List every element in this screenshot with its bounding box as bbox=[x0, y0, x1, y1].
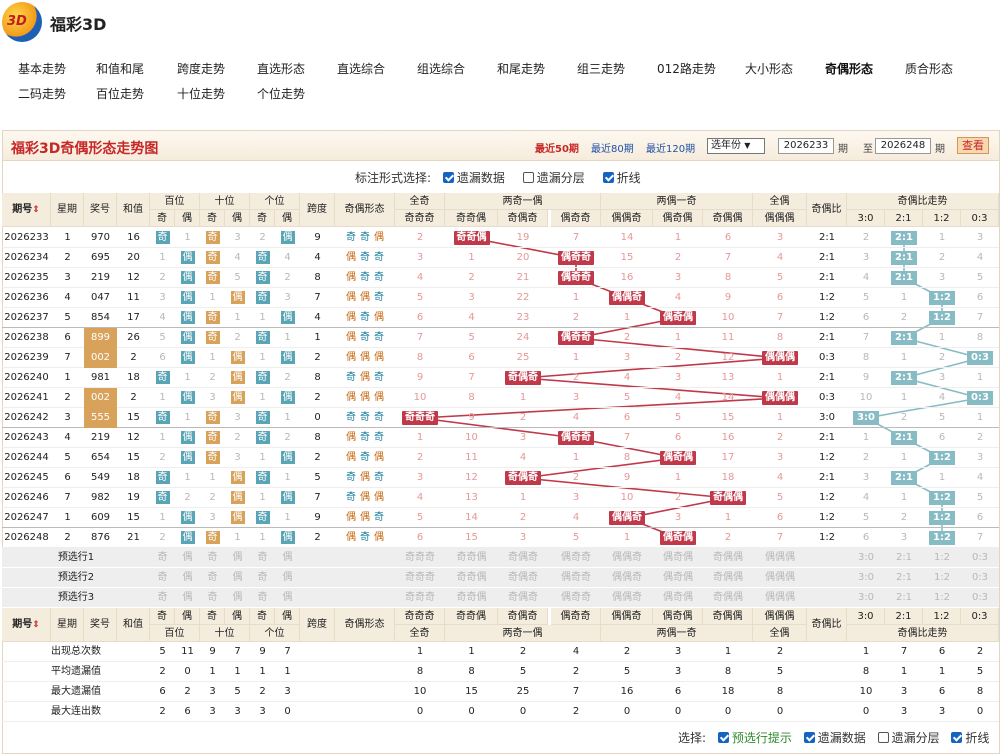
nav-item[interactable]: 和尾走势 bbox=[497, 60, 545, 77]
missing-layer-checkbox[interactable] bbox=[522, 172, 534, 183]
nav-item[interactable]: 组三走势 bbox=[577, 60, 625, 77]
nav-item[interactable]: 奇偶形态 bbox=[825, 60, 873, 77]
nav-item[interactable]: 百位走势 bbox=[96, 85, 144, 102]
bottom-missing-data-checkbox[interactable] bbox=[803, 732, 815, 743]
bottom-missing-layer-checkbox[interactable] bbox=[877, 732, 889, 743]
mark-options: 标注形式选择: 遗漏数据 遗漏分层 折线 bbox=[355, 169, 641, 186]
missing-data-checkbox[interactable] bbox=[442, 172, 454, 183]
nav-item[interactable]: 组选综合 bbox=[417, 60, 465, 77]
panel-titlebar: 福彩3D奇偶形态走势图 最近50期 最近80期 最近120期 选年份 ▼ 202… bbox=[3, 131, 999, 161]
preselect-hint-label: 预选行提示 bbox=[731, 731, 792, 745]
mark-options-label: 标注形式选择: bbox=[355, 171, 432, 185]
to-label: 至 bbox=[863, 144, 873, 155]
chevron-down-icon: ▼ bbox=[744, 141, 751, 150]
nav-item[interactable]: 基本走势 bbox=[18, 60, 66, 77]
nav-item[interactable]: 质合形态 bbox=[905, 60, 953, 77]
year-select[interactable]: 选年份 ▼ bbox=[707, 138, 765, 154]
nav-item[interactable]: 直选形态 bbox=[257, 60, 305, 77]
from-issue-input[interactable]: 2026233 bbox=[778, 138, 834, 154]
nav-item[interactable]: 跨度走势 bbox=[177, 60, 225, 77]
nav-item[interactable]: 二码走势 bbox=[18, 85, 66, 102]
view-button[interactable]: 查看 bbox=[957, 137, 989, 154]
range-50-link[interactable]: 最近50期 bbox=[535, 140, 579, 155]
bottom-missing-layer-label: 遗漏分层 bbox=[891, 731, 940, 745]
nav-item[interactable]: 大小形态 bbox=[745, 60, 793, 77]
bottom-polyline-label: 折线 bbox=[965, 731, 990, 745]
polyline-label: 折线 bbox=[616, 171, 641, 185]
app-title: 福彩3D bbox=[50, 15, 107, 34]
polyline-checkbox[interactable] bbox=[602, 172, 614, 183]
missing-layer-label: 遗漏分层 bbox=[536, 171, 585, 185]
bottom-options-label: 选择: bbox=[678, 731, 707, 745]
missing-data-label: 遗漏数据 bbox=[456, 171, 505, 185]
from-qi-label: 期 bbox=[838, 144, 848, 155]
bottom-polyline-checkbox[interactable] bbox=[951, 732, 963, 743]
app-header: 3D 福彩3D bbox=[0, 0, 1002, 44]
app-logo: 3D bbox=[2, 2, 42, 42]
preselect-hint-checkbox[interactable] bbox=[717, 732, 729, 743]
nav-item[interactable]: 012路走势 bbox=[657, 60, 716, 77]
nav-item[interactable]: 个位走势 bbox=[257, 85, 305, 102]
nav-item[interactable]: 直选综合 bbox=[337, 60, 385, 77]
nav-item[interactable]: 和值和尾 bbox=[96, 60, 144, 77]
range-80-link[interactable]: 最近80期 bbox=[591, 140, 634, 155]
bottom-options: 选择: 预选行提示 遗漏数据 遗漏分层 折线 bbox=[678, 729, 989, 746]
to-issue-input[interactable]: 2026248 bbox=[875, 138, 931, 154]
nav-item[interactable]: 十位走势 bbox=[177, 85, 225, 102]
panel-title: 福彩3D奇偶形态走势图 bbox=[11, 141, 159, 157]
range-120-link[interactable]: 最近120期 bbox=[646, 140, 695, 155]
trend-panel: 福彩3D奇偶形态走势图 最近50期 最近80期 最近120期 选年份 ▼ 202… bbox=[2, 130, 1000, 754]
bottom-missing-data-label: 遗漏数据 bbox=[817, 731, 866, 745]
year-select-value: 选年份 bbox=[711, 140, 741, 151]
to-qi-label: 期 bbox=[935, 144, 945, 155]
